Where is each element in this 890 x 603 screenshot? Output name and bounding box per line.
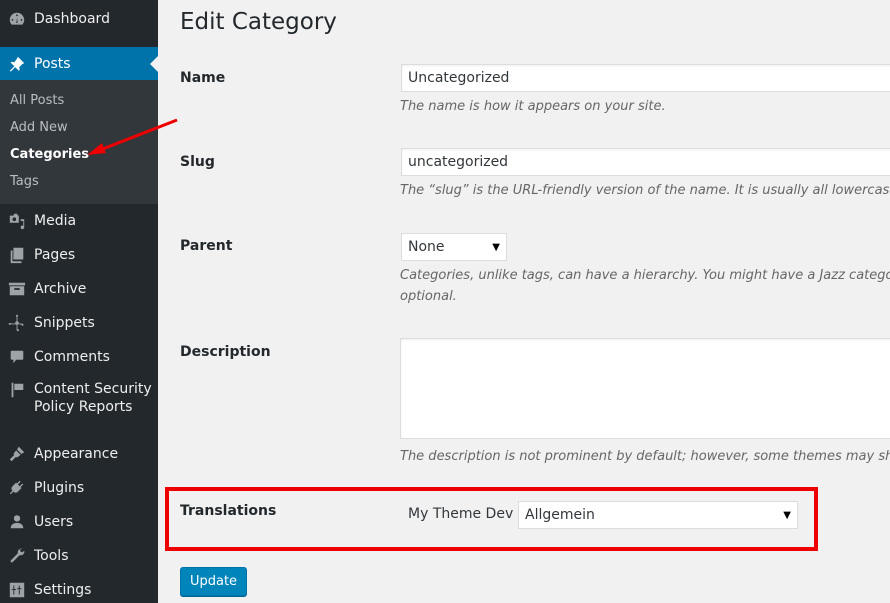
- media-icon: [7, 211, 27, 231]
- chevron-down-icon: ▼: [783, 509, 791, 521]
- slug-input[interactable]: [401, 148, 890, 176]
- parent-select-value: None: [408, 239, 445, 255]
- posts-submenu: All Posts Add New Categories Tags: [0, 80, 158, 204]
- sidebar-item-label: Snippets: [34, 315, 95, 331]
- submenu-categories[interactable]: Categories: [10, 146, 89, 164]
- admin-sidebar: Dashboard Posts All Posts Add New Catego…: [0, 0, 158, 603]
- comment-icon: [7, 347, 27, 367]
- sidebar-item-plugins[interactable]: Plugins: [0, 471, 158, 505]
- translations-label: Translations: [180, 503, 277, 519]
- archive-icon: [7, 279, 27, 299]
- sidebar-item-label: Media: [34, 213, 77, 229]
- sidebar-item-tools[interactable]: Tools: [0, 539, 158, 573]
- parent-description: Categories, unlike tags, can have a hier…: [400, 268, 890, 283]
- translation-language-label: My Theme Dev: [408, 506, 514, 522]
- plugin-icon: [7, 478, 27, 498]
- sidebar-item-posts[interactable]: Posts: [0, 47, 158, 80]
- sidebar-item-label: Comments: [34, 349, 110, 365]
- sidebar-item-dashboard[interactable]: Dashboard: [0, 2, 158, 36]
- sidebar-item-label: Content Security Policy Reports: [34, 381, 152, 415]
- flag-icon: [7, 380, 27, 400]
- submenu-tags[interactable]: Tags: [10, 173, 39, 191]
- translation-select-value: Allgemein: [525, 507, 595, 523]
- paintbrush-icon: [7, 444, 27, 464]
- snippets-icon: [7, 313, 27, 333]
- sidebar-item-label: Tools: [34, 548, 69, 564]
- description-help: The description is not prominent by defa…: [400, 449, 890, 464]
- sidebar-item-settings[interactable]: Settings: [0, 573, 158, 603]
- submenu-all-posts[interactable]: All Posts: [10, 92, 64, 110]
- sidebar-item-label: Dashboard: [34, 11, 110, 27]
- chevron-down-icon: ▼: [492, 241, 500, 253]
- parent-select[interactable]: None ▼: [401, 233, 507, 261]
- sidebar-item-users[interactable]: Users: [0, 505, 158, 539]
- update-button[interactable]: Update: [180, 567, 247, 596]
- wrench-icon: [7, 546, 27, 566]
- name-input[interactable]: [401, 64, 890, 92]
- sidebar-item-label: Archive: [34, 281, 87, 297]
- parent-label: Parent: [180, 238, 233, 254]
- submenu-add-new[interactable]: Add New: [10, 119, 68, 137]
- sidebar-item-media[interactable]: Media: [0, 204, 158, 238]
- main-content: Edit Category Name The name is how it ap…: [158, 0, 890, 603]
- sidebar-item-label: Appearance: [34, 446, 119, 462]
- sidebar-item-csp-reports[interactable]: Content Security Policy Reports: [0, 374, 158, 422]
- sidebar-item-appearance[interactable]: Appearance: [0, 437, 158, 471]
- translation-select[interactable]: Allgemein ▼: [518, 501, 798, 529]
- name-label: Name: [180, 70, 226, 86]
- pin-icon: [7, 54, 27, 74]
- description-textarea[interactable]: [400, 338, 890, 439]
- name-description: The name is how it appears on your site.: [400, 99, 666, 114]
- sidebar-item-label: Users: [34, 514, 74, 530]
- sidebar-item-label: Plugins: [34, 480, 85, 496]
- settings-icon: [7, 580, 27, 600]
- pages-icon: [7, 245, 27, 265]
- sidebar-item-label: Posts: [34, 55, 71, 72]
- sidebar-item-comments[interactable]: Comments: [0, 340, 158, 374]
- sidebar-item-label: Settings: [34, 582, 92, 598]
- description-label: Description: [180, 344, 271, 360]
- sidebar-item-label: Pages: [34, 247, 76, 263]
- slug-label: Slug: [180, 154, 215, 170]
- sidebar-item-snippets[interactable]: Snippets: [0, 306, 158, 340]
- sidebar-item-archive[interactable]: Archive: [0, 272, 158, 306]
- dashboard-icon: [7, 9, 27, 29]
- user-icon: [7, 512, 27, 532]
- slug-description: The “slug” is the URL-friendly version o…: [400, 183, 890, 198]
- sidebar-item-pages[interactable]: Pages: [0, 238, 158, 272]
- page-title: Edit Category: [180, 9, 337, 35]
- parent-description-cont: optional.: [400, 289, 457, 304]
